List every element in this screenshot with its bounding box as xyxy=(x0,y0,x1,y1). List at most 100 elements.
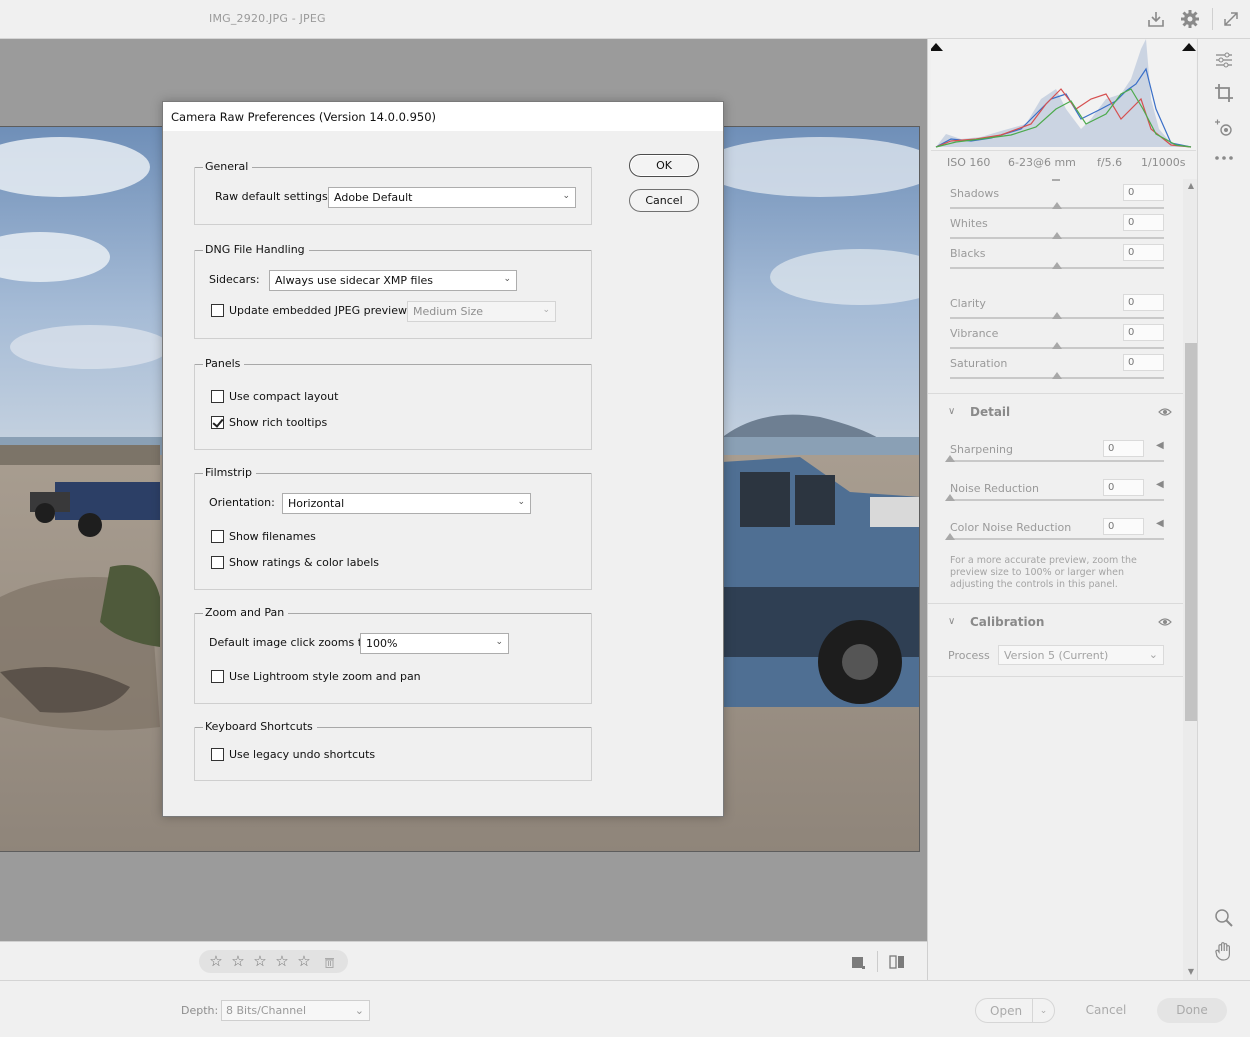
open-options-chevron-icon[interactable]: ⌄ xyxy=(1032,999,1054,1022)
slider-label: Clarity xyxy=(950,297,986,310)
slider-thumb[interactable] xyxy=(1052,232,1062,239)
rich-tooltips-checkbox[interactable] xyxy=(211,416,224,429)
raw-default-select[interactable]: Adobe Default ⌄ xyxy=(328,187,576,208)
slider-whites[interactable]: Whites 0 xyxy=(928,212,1183,242)
star-3-icon[interactable]: ☆ xyxy=(252,950,268,973)
slider-thumb[interactable] xyxy=(1052,179,1060,181)
before-after-icon[interactable] xyxy=(888,953,906,971)
single-view-icon[interactable] xyxy=(849,953,867,971)
rich-tooltips-label[interactable]: Show rich tooltips xyxy=(229,416,327,429)
show-filenames-checkbox[interactable] xyxy=(211,530,224,543)
slider-value[interactable]: 0 xyxy=(1123,294,1164,311)
general-group: General Raw default settings: Adobe Defa… xyxy=(194,160,592,225)
default-zoom-select[interactable]: 100% ⌄ xyxy=(360,633,509,654)
edit-sliders-icon[interactable] xyxy=(1213,49,1235,71)
sidecars-select[interactable]: Always use sidecar XMP files ⌄ xyxy=(269,270,517,291)
exif-aperture: f/5.6 xyxy=(1097,156,1123,169)
update-jpeg-checkbox[interactable] xyxy=(211,304,224,317)
hand-icon[interactable] xyxy=(1213,940,1235,962)
eye-icon[interactable] xyxy=(1158,407,1172,417)
chevron-down-icon: ⌄ xyxy=(542,305,550,315)
crop-icon[interactable] xyxy=(1213,82,1235,104)
chevron-down-icon: ⌄ xyxy=(562,191,570,201)
cancel-button[interactable]: Cancel xyxy=(629,189,699,212)
star-rating[interactable]: ☆ ☆ ☆ ☆ ☆ xyxy=(199,950,348,973)
more-icon[interactable] xyxy=(1213,147,1235,169)
trash-icon[interactable] xyxy=(324,956,335,968)
lightroom-zoom-label[interactable]: Use Lightroom style zoom and pan xyxy=(229,670,421,683)
group-title: Keyboard Shortcuts xyxy=(203,720,317,734)
cancel-button[interactable]: Cancel xyxy=(1076,998,1136,1023)
slider-thumb[interactable] xyxy=(1052,312,1062,319)
slider-color-noise-reduction[interactable]: Color Noise Reduction 0 ◀ xyxy=(928,516,1183,546)
slider-thumb[interactable] xyxy=(945,533,955,540)
update-jpeg-label[interactable]: Update embedded JPEG previews: xyxy=(229,304,416,317)
star-2-icon[interactable]: ☆ xyxy=(230,950,246,973)
legacy-undo-checkbox[interactable] xyxy=(211,748,224,761)
slider-thumb[interactable] xyxy=(1052,372,1062,379)
healing-icon[interactable] xyxy=(1213,118,1235,140)
chevron-down-icon[interactable]: ∨ xyxy=(948,616,955,627)
eye-icon[interactable] xyxy=(1158,617,1172,627)
slider-value[interactable]: 0 xyxy=(1103,440,1144,457)
slider-clarity[interactable]: Clarity 0 xyxy=(928,292,1183,322)
gear-icon[interactable] xyxy=(1180,9,1200,29)
scroll-down-icon[interactable]: ▼ xyxy=(1185,967,1197,976)
depth-select[interactable]: 8 Bits/Channel ⌄ xyxy=(221,1000,370,1021)
slider-thumb[interactable] xyxy=(945,494,955,501)
slider-value[interactable]: 0 xyxy=(1103,518,1144,535)
compact-layout-label[interactable]: Use compact layout xyxy=(229,390,338,403)
calibration-section-header[interactable]: ∨ Calibration xyxy=(928,603,1183,641)
slider-value[interactable]: 0 xyxy=(1123,244,1164,261)
slider-vibrance[interactable]: Vibrance 0 xyxy=(928,322,1183,352)
zoom-icon[interactable] xyxy=(1213,907,1235,929)
legacy-undo-label[interactable]: Use legacy undo shortcuts xyxy=(229,748,375,761)
slider-value[interactable]: 0 xyxy=(1103,479,1144,496)
star-5-icon[interactable]: ☆ xyxy=(296,950,312,973)
slider-thumb[interactable] xyxy=(1052,202,1062,209)
slider-noise-reduction[interactable]: Noise Reduction 0 ◀ xyxy=(928,477,1183,507)
slider-value[interactable]: 0 xyxy=(1123,214,1164,231)
detail-section-header[interactable]: ∨ Detail xyxy=(928,393,1183,431)
slider-shadows[interactable]: Shadows 0 xyxy=(928,182,1183,212)
lightroom-zoom-checkbox[interactable] xyxy=(211,670,224,683)
slider-thumb[interactable] xyxy=(1052,342,1062,349)
slider-thumb[interactable] xyxy=(945,455,955,462)
scrollbar-thumb[interactable] xyxy=(1185,343,1197,721)
expand-arrow-icon[interactable]: ◀ xyxy=(1156,518,1164,529)
expand-arrow-icon[interactable]: ◀ xyxy=(1156,479,1164,490)
show-ratings-checkbox[interactable] xyxy=(211,556,224,569)
slider-label: Whites xyxy=(950,217,988,230)
default-zoom-value: 100% xyxy=(366,637,398,650)
update-jpeg-select[interactable]: Medium Size ⌄ xyxy=(407,301,556,322)
panel-scrollbar[interactable]: ▲ ▼ xyxy=(1183,179,1197,980)
slider-value[interactable]: 0 xyxy=(1123,354,1164,371)
slider-saturation[interactable]: Saturation 0 xyxy=(928,352,1183,382)
scroll-up-icon[interactable]: ▲ xyxy=(1185,181,1197,190)
open-button[interactable]: Open ⌄ xyxy=(975,998,1055,1023)
show-filenames-label[interactable]: Show filenames xyxy=(229,530,316,543)
star-1-icon[interactable]: ☆ xyxy=(208,950,224,973)
sidecars-label: Sidecars: xyxy=(209,273,260,286)
slider-track[interactable] xyxy=(950,460,1164,462)
slider-sharpening[interactable]: Sharpening 0 ◀ xyxy=(928,438,1183,468)
divider xyxy=(195,167,591,168)
orientation-select[interactable]: Horizontal ⌄ xyxy=(282,493,531,514)
star-4-icon[interactable]: ☆ xyxy=(274,950,290,973)
slider-value[interactable]: 0 xyxy=(1123,324,1164,341)
fullscreen-icon[interactable] xyxy=(1221,9,1241,29)
slider-value[interactable]: 0 xyxy=(1123,184,1164,201)
slider-blacks[interactable]: Blacks 0 xyxy=(928,242,1183,272)
slider-thumb[interactable] xyxy=(1052,262,1062,269)
save-icon[interactable] xyxy=(1146,9,1166,29)
compact-layout-checkbox[interactable] xyxy=(211,390,224,403)
slider-track[interactable] xyxy=(950,538,1164,540)
process-select[interactable]: Version 5 (Current) ⌄ xyxy=(998,645,1164,665)
show-ratings-label[interactable]: Show ratings & color labels xyxy=(229,556,379,569)
chevron-down-icon[interactable]: ∨ xyxy=(948,406,955,417)
done-button[interactable]: Done xyxy=(1157,998,1227,1023)
slider-track[interactable] xyxy=(950,499,1164,501)
detail-title: Detail xyxy=(970,405,1011,419)
ok-button[interactable]: OK xyxy=(629,154,699,177)
expand-arrow-icon[interactable]: ◀ xyxy=(1156,440,1164,451)
